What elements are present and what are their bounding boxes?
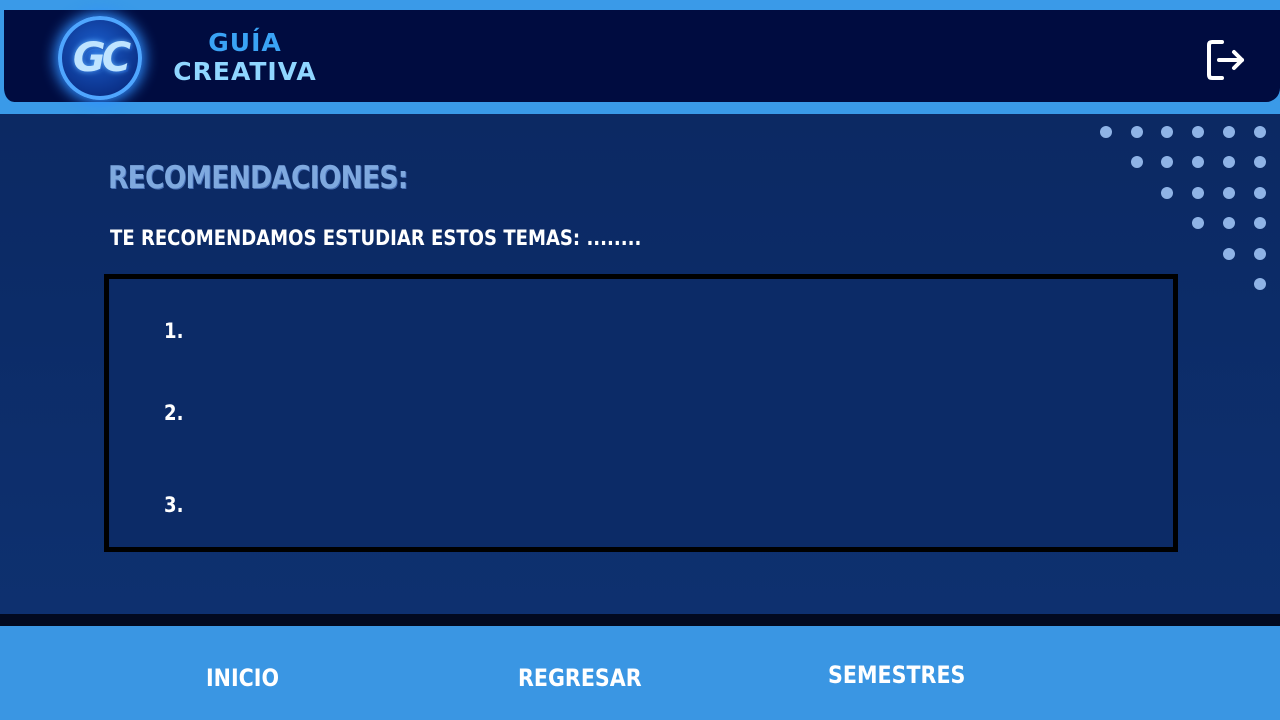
nav-semestres-button[interactable]: SEMESTRES xyxy=(828,661,965,689)
dot xyxy=(1192,156,1204,168)
recommended-topics-box: 1. 2. 3. xyxy=(104,274,1178,552)
dot xyxy=(1100,126,1112,138)
dot xyxy=(1223,187,1235,199)
topic-item-3: 3. xyxy=(164,493,184,517)
page: GC GUÍA CREATIVA RECOMENDACIONES: TE REC… xyxy=(0,0,1280,720)
dot xyxy=(1161,187,1173,199)
decorative-dots xyxy=(1094,124,1280,294)
dot xyxy=(1192,126,1204,138)
dot xyxy=(1254,248,1266,260)
footer-nav: INICIO REGRESAR SEMESTRES xyxy=(0,626,1280,720)
brand-line-1: GUÍA xyxy=(208,28,282,57)
dot xyxy=(1131,156,1143,168)
page-title: RECOMENDACIONES: xyxy=(108,160,408,196)
topic-item-1: 1. xyxy=(164,319,184,343)
dot xyxy=(1223,217,1235,229)
page-subtitle: TE RECOMENDAMOS ESTUDIAR ESTOS TEMAS: ..… xyxy=(110,226,642,250)
logout-icon[interactable] xyxy=(1204,38,1248,82)
nav-inicio-button[interactable]: INICIO xyxy=(206,664,279,692)
dot xyxy=(1192,187,1204,199)
dot xyxy=(1254,156,1266,168)
dot xyxy=(1161,156,1173,168)
brand-name: GUÍA CREATIVA xyxy=(160,28,330,86)
nav-regresar-button[interactable]: REGRESAR xyxy=(518,664,642,692)
topic-item-2: 2. xyxy=(164,401,184,425)
logo[interactable]: GC xyxy=(58,16,142,100)
dot xyxy=(1254,217,1266,229)
dot xyxy=(1223,248,1235,260)
dot xyxy=(1223,156,1235,168)
header: GC GUÍA CREATIVA xyxy=(0,0,1280,114)
brand-line-2: CREATIVA xyxy=(173,57,317,86)
dot xyxy=(1192,217,1204,229)
dot xyxy=(1254,187,1266,199)
dot xyxy=(1254,126,1266,138)
dot xyxy=(1131,126,1143,138)
dot xyxy=(1254,278,1266,290)
dot xyxy=(1161,126,1173,138)
dot xyxy=(1223,126,1235,138)
footer-divider xyxy=(0,614,1280,626)
logo-text: GC xyxy=(72,35,131,81)
